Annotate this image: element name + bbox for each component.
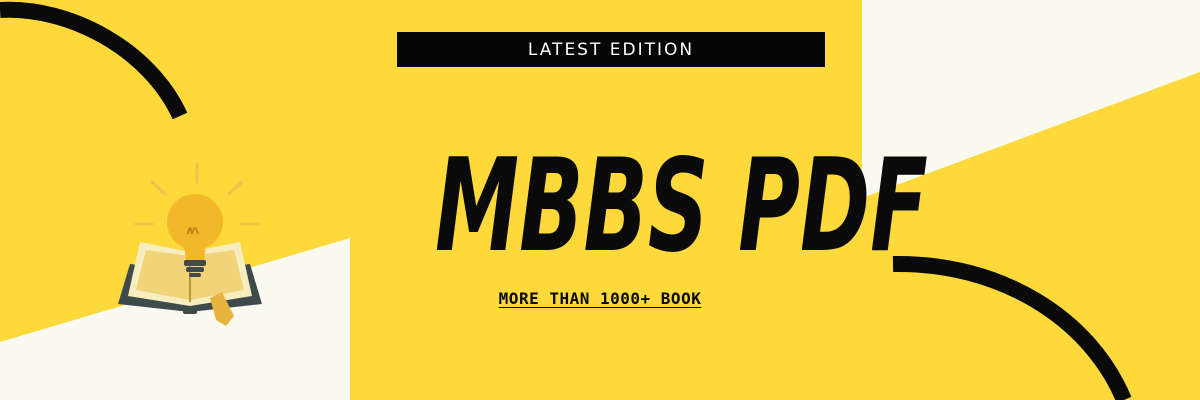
subtitle: MORE THAN 1000+ BOOK xyxy=(498,289,702,308)
banner: LATEST EDITION MBBS PDF MORE THAN 1000+ … xyxy=(0,0,1200,400)
black-arc-top-left xyxy=(0,1,188,120)
edition-badge: LATEST EDITION xyxy=(397,32,825,67)
page-title: MBBS PDF xyxy=(435,132,928,281)
black-arc-bottom-right xyxy=(892,255,1132,400)
book-lightbulb-illustration xyxy=(118,162,262,326)
